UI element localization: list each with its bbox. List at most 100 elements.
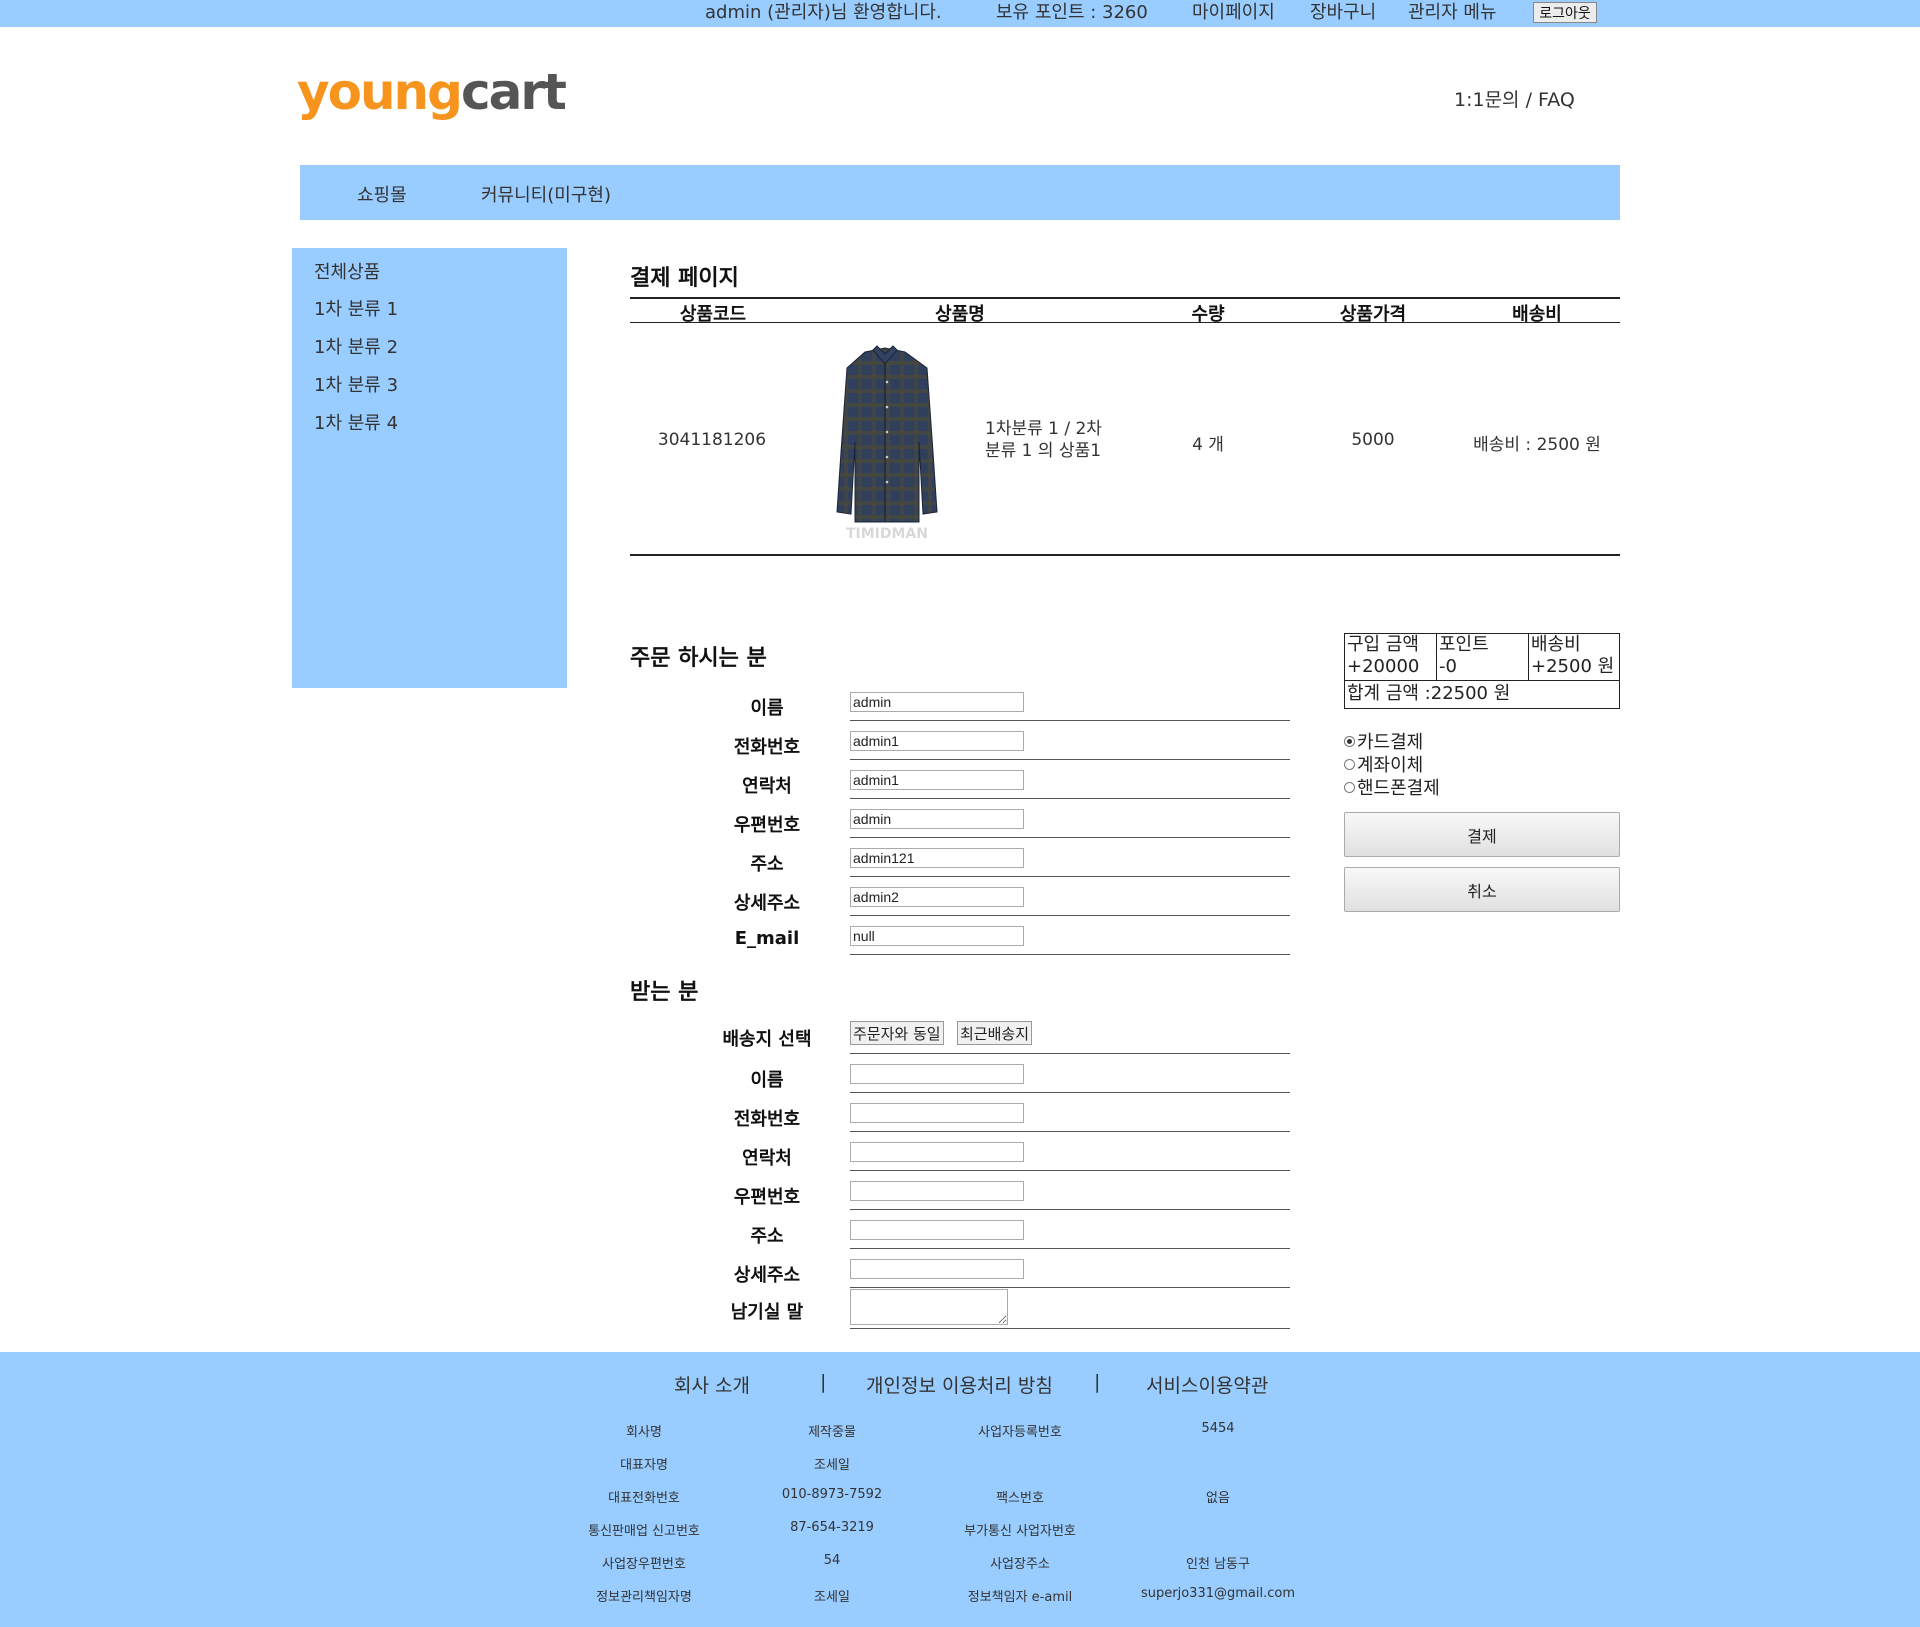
payment-option-phone[interactable]: 핸드폰결제 bbox=[1344, 774, 1440, 800]
payment-option-label: 핸드폰결제 bbox=[1357, 778, 1440, 799]
footer-info-cell: 대표전화번호 bbox=[608, 1491, 680, 1506]
radio-selected-icon[interactable] bbox=[1344, 736, 1355, 747]
receiver-field-input[interactable] bbox=[850, 1142, 1024, 1162]
footer-link-privacy[interactable]: 개인정보 이용처리 방침 bbox=[866, 1371, 1053, 1398]
footer-info-cell: 사업장주소 bbox=[990, 1557, 1050, 1572]
form-row-divider bbox=[850, 720, 1290, 721]
payment-option-label: 카드결제 bbox=[1357, 732, 1424, 753]
product-code: 3041181206 bbox=[657, 430, 767, 450]
orderer-field-input[interactable] bbox=[850, 848, 1024, 868]
form-row-divider bbox=[850, 1131, 1290, 1132]
price-summary-table: 구입 금액 +20000 포인트 -0 배송비 +2500 원 bbox=[1344, 633, 1620, 681]
footer-info-cell: 010-8973-7592 bbox=[781, 1487, 883, 1502]
form-row-divider bbox=[850, 837, 1290, 838]
footer-info-cell: 제작중물 bbox=[808, 1425, 856, 1440]
mypage-link[interactable]: 마이페이지 bbox=[1192, 2, 1275, 24]
memo-textarea[interactable] bbox=[850, 1289, 1008, 1325]
receiver-field-label: 우편번호 bbox=[733, 1187, 801, 1208]
footer-info-cell: 부가통신 사업자번호 bbox=[964, 1524, 1076, 1539]
orderer-field-input[interactable] bbox=[850, 770, 1024, 790]
sidebar-item-all[interactable]: 전체상품 bbox=[314, 258, 380, 284]
image-watermark: TIMIDMAN bbox=[846, 526, 928, 542]
product-image[interactable]: TIMIDMAN bbox=[825, 342, 950, 542]
delivery-select-label: 배송지 선택 bbox=[722, 1029, 812, 1050]
welcome-text: admin (관리자)님 환영합니다. bbox=[705, 2, 942, 23]
summary-purchase-label: 구입 금액 bbox=[1347, 634, 1419, 655]
page-title: 결제 페이지 bbox=[630, 266, 739, 291]
summary-shipping-cell: 배송비 +2500 원 bbox=[1529, 634, 1619, 680]
footer-info-cell: 대표자명 bbox=[620, 1458, 668, 1473]
footer-link-about[interactable]: 회사 소개 bbox=[674, 1371, 750, 1398]
memo-label: 남기실 말 bbox=[730, 1302, 804, 1323]
orderer-field-input[interactable] bbox=[850, 731, 1024, 751]
orderer-field-label: 연락처 bbox=[742, 776, 792, 797]
recent-address-button[interactable]: 최근배송지 bbox=[957, 1021, 1033, 1045]
summary-shipping-value: +2500 원 bbox=[1531, 656, 1615, 677]
orderer-field-input[interactable] bbox=[850, 809, 1024, 829]
sidebar-item-category-3[interactable]: 1차 분류 3 bbox=[314, 371, 398, 397]
summary-purchase-value: +20000 bbox=[1347, 656, 1420, 677]
cart-link[interactable]: 장바구니 bbox=[1310, 2, 1376, 24]
footer-info-cell: superjo331@gmail.com bbox=[1141, 1586, 1295, 1601]
form-row-divider bbox=[850, 1209, 1290, 1210]
product-name-line1: 1차분류 1 / 2차 bbox=[985, 419, 1102, 439]
summary-point-label: 포인트 bbox=[1439, 634, 1489, 655]
main-nav: 쇼핑몰 커뮤니티(미구현) bbox=[300, 165, 1620, 220]
sidebar-item-category-2[interactable]: 1차 분류 2 bbox=[314, 333, 398, 359]
form-row-divider bbox=[850, 798, 1290, 799]
form-row-divider bbox=[850, 1328, 1290, 1329]
receiver-field-input[interactable] bbox=[850, 1259, 1024, 1279]
product-name[interactable]: 1차분류 1 / 2차 분류 1 의 상품1 bbox=[985, 418, 1135, 462]
nav-item-community[interactable]: 커뮤니티(미구현) bbox=[481, 181, 611, 207]
footer-separator: | bbox=[1094, 1371, 1101, 1393]
nav-item-shopping[interactable]: 쇼핑몰 bbox=[357, 181, 407, 207]
logo[interactable]: youngcart bbox=[297, 62, 567, 122]
summary-point-value: -0 bbox=[1439, 656, 1457, 677]
product-name-line2: 분류 1 의 상품1 bbox=[985, 441, 1102, 461]
orderer-field-label: E_mail bbox=[734, 928, 800, 949]
receiver-field-label: 연락처 bbox=[742, 1148, 792, 1169]
pay-button[interactable]: 결제 bbox=[1344, 812, 1620, 857]
receiver-field-input[interactable] bbox=[850, 1220, 1024, 1240]
form-row-divider bbox=[850, 1092, 1290, 1093]
summary-point-cell: 포인트 -0 bbox=[1437, 634, 1529, 680]
orderer-section-title: 주문 하시는 분 bbox=[630, 646, 767, 671]
radio-unselected-icon[interactable] bbox=[1344, 782, 1355, 793]
sidebar-item-category-1[interactable]: 1차 분류 1 bbox=[314, 295, 398, 321]
receiver-field-input[interactable] bbox=[850, 1103, 1024, 1123]
table-header-border bbox=[630, 322, 1620, 323]
form-row-divider bbox=[850, 759, 1290, 760]
orderer-field-input[interactable] bbox=[850, 887, 1024, 907]
logout-button[interactable]: 로그아웃 bbox=[1533, 2, 1597, 23]
sidebar-item-category-4[interactable]: 1차 분류 4 bbox=[314, 409, 398, 435]
receiver-field-input[interactable] bbox=[850, 1064, 1024, 1084]
payment-option-label: 계좌이체 bbox=[1357, 755, 1424, 776]
same-as-orderer-button[interactable]: 주문자와 동일 bbox=[850, 1021, 944, 1045]
cancel-button[interactable]: 취소 bbox=[1344, 867, 1620, 912]
footer-info-cell: 54 bbox=[823, 1553, 841, 1568]
footer-info-cell: 정보책임자 e-amil bbox=[967, 1590, 1073, 1605]
product-qty: 4 개 bbox=[1192, 435, 1224, 455]
faq-link[interactable]: 1:1문의 / FAQ bbox=[1454, 85, 1575, 112]
orderer-field-label: 전화번호 bbox=[733, 737, 801, 758]
radio-unselected-icon[interactable] bbox=[1344, 759, 1355, 770]
footer-info-cell: 사업자등록번호 bbox=[978, 1425, 1062, 1440]
receiver-field-label: 주소 bbox=[750, 1226, 784, 1247]
footer-info-cell: 정보관리책임자명 bbox=[596, 1590, 692, 1605]
receiver-field-label: 이름 bbox=[750, 1070, 784, 1091]
receiver-section-title: 받는 분 bbox=[630, 980, 699, 1005]
form-row-divider bbox=[850, 1053, 1290, 1054]
receiver-field-input[interactable] bbox=[850, 1181, 1024, 1201]
logo-part-young: young bbox=[297, 63, 463, 121]
footer-info-cell: 조세일 bbox=[814, 1458, 850, 1473]
admin-menu-link[interactable]: 관리자 메뉴 bbox=[1408, 2, 1497, 24]
footer-info-cell: 인천 남동구 bbox=[1186, 1557, 1250, 1572]
footer-info-cell: 87-654-3219 bbox=[790, 1520, 874, 1535]
footer-info-cell: 5454 bbox=[1201, 1421, 1235, 1436]
orderer-field-input[interactable] bbox=[850, 926, 1024, 946]
orderer-field-input[interactable] bbox=[850, 692, 1024, 712]
logo-part-cart: cart bbox=[460, 63, 567, 121]
footer-info-cell: 조세일 bbox=[814, 1590, 850, 1605]
form-row-divider bbox=[850, 954, 1290, 955]
footer-link-terms[interactable]: 서비스이용약관 bbox=[1146, 1371, 1268, 1398]
